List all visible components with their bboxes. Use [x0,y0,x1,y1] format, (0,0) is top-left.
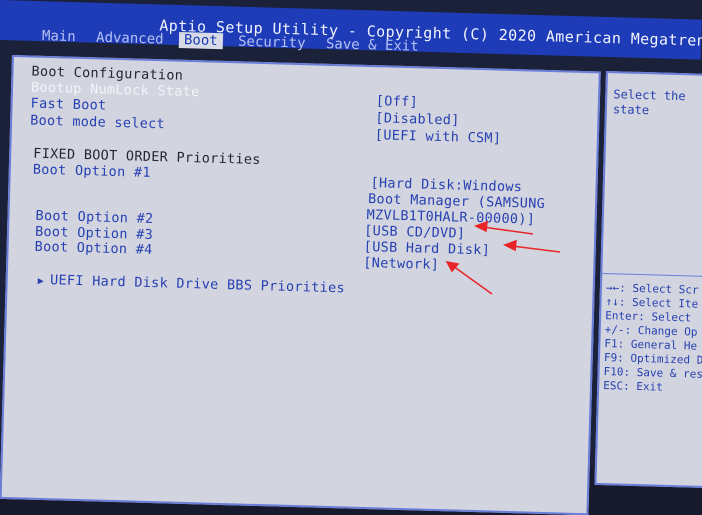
annotation-arrowhead-2 [502,239,517,252]
annotation-arrow-2 [511,245,561,253]
annotation-arrow-3 [452,265,493,295]
annotation-arrow-1 [482,226,534,235]
bios-screen: Aptio Setup Utility - Copyright (C) 2020… [0,0,702,515]
annotation-arrowhead-3 [445,260,460,273]
annotation-arrows [445,220,561,295]
annotation-arrowhead-1 [473,220,488,233]
